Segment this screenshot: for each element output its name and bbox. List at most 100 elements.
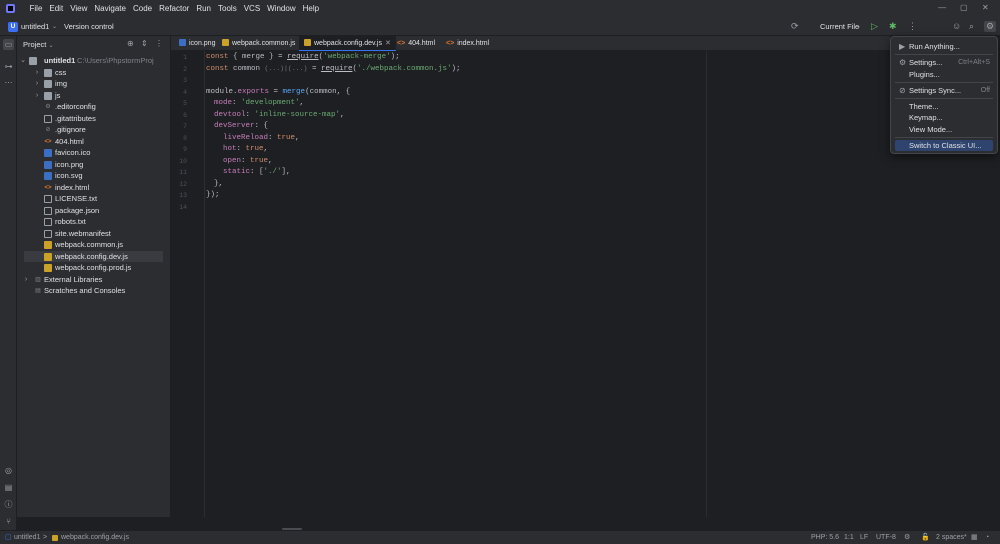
lock-icon[interactable]: 🔓 xyxy=(921,531,930,544)
tree-item-external-libraries[interactable]: › ▥ External Libraries xyxy=(17,274,171,286)
run-icon[interactable]: ▷ xyxy=(871,21,878,32)
code-line-4: module.exports = merge(common, { xyxy=(206,87,351,96)
tree-item-gitignore[interactable]: ⊘ .gitignore xyxy=(17,124,171,136)
menu-refactor[interactable]: Refactor xyxy=(156,4,193,14)
problems-icon[interactable]: ⓘ xyxy=(3,499,14,510)
tab-icon-png[interactable]: icon.png xyxy=(174,36,220,51)
tree-item-package-json[interactable]: package.json xyxy=(17,205,171,217)
tab-webpack-common[interactable]: webpack.common.js xyxy=(217,36,300,51)
line-ending[interactable]: LF xyxy=(860,531,868,544)
folder-icon[interactable]: ▭ xyxy=(3,39,14,50)
project-name[interactable]: untitled1 xyxy=(21,22,49,32)
tree-item-license[interactable]: LICENSE.txt xyxy=(17,193,171,205)
tree-item-gitattributes[interactable]: .gitattributes xyxy=(17,113,171,125)
menu-item-theme[interactable]: Theme... xyxy=(895,101,993,112)
breadcrumb-file[interactable]: webpack.config.dev.js xyxy=(61,531,129,544)
notifications-icon[interactable]: ◔ xyxy=(985,531,989,544)
html-file-icon: <> xyxy=(397,40,406,47)
image-file-icon xyxy=(179,39,186,46)
menu-code[interactable]: Code xyxy=(129,4,155,14)
tree-item-scratches[interactable]: ▤ Scratches and Consoles xyxy=(17,285,171,297)
close-tab-icon[interactable]: ✕ xyxy=(385,40,391,47)
menu-item-settings[interactable]: ⚙ Settings... Ctrl+Alt+S xyxy=(895,57,993,68)
tree-item-icon-png[interactable]: icon.png xyxy=(17,159,171,171)
tree-item-robots[interactable]: robots.txt xyxy=(17,216,171,228)
menu-item-plugins[interactable]: Plugins... xyxy=(895,69,993,80)
maximize-icon[interactable]: ▢ xyxy=(960,3,968,12)
tree-item-js[interactable]: › js xyxy=(17,90,171,102)
menu-edit[interactable]: Edit xyxy=(46,4,67,14)
more-icon[interactable]: ⋮ xyxy=(155,39,163,48)
file-icon xyxy=(44,114,52,123)
terminal-icon[interactable]: ▤ xyxy=(3,482,14,493)
breadcrumb-root[interactable]: untitled1 xyxy=(14,531,40,544)
vcs-widget[interactable]: Version control xyxy=(64,22,114,32)
run-config-select[interactable]: Current File xyxy=(820,22,859,32)
memory-indicator-icon[interactable]: ▦ xyxy=(971,531,978,544)
js-file-icon xyxy=(222,39,229,46)
tree-item-webpack-config-dev[interactable]: webpack.config.dev.js xyxy=(24,250,163,262)
structure-icon[interactable]: ⊶ xyxy=(3,61,14,72)
js-file-icon xyxy=(44,252,52,261)
main-menu: File Edit View Navigate Code Refactor Ru… xyxy=(26,4,323,14)
debug-icon[interactable]: ✱ xyxy=(889,21,897,32)
tree-item-index-html[interactable]: <> index.html xyxy=(17,182,171,194)
chevron-down-icon[interactable]: ⌄ xyxy=(52,22,57,32)
menu-tools[interactable]: Tools xyxy=(215,4,241,14)
menu-navigate[interactable]: Navigate xyxy=(91,4,130,14)
tab-404-html[interactable]: <> 404.html xyxy=(392,36,440,51)
project-badge[interactable]: U xyxy=(8,22,18,32)
menu-window[interactable]: Window xyxy=(264,4,299,14)
tree-item-editorconfig[interactable]: ⚙ .editorconfig xyxy=(17,101,171,113)
menu-file[interactable]: File xyxy=(26,4,46,14)
menu-item-run-anything[interactable]: ▶ Run Anything... xyxy=(895,41,993,52)
menu-help[interactable]: Help xyxy=(299,4,322,14)
tree-item-webmanifest[interactable]: site.webmanifest xyxy=(17,228,171,240)
gear-icon[interactable]: ⚙ xyxy=(984,21,997,32)
menu-vcs[interactable]: VCS xyxy=(240,4,263,14)
tab-webpack-config-dev[interactable]: webpack.config.dev.js ✕ xyxy=(299,36,396,51)
tree-item-webpack-config-prod[interactable]: webpack.config.prod.js xyxy=(17,262,171,274)
git-icon[interactable]: ⑂ xyxy=(3,516,14,527)
code-with-me-icon[interactable]: ☺ xyxy=(952,21,961,32)
folder-icon xyxy=(44,68,52,77)
more-actions-icon[interactable]: ⋮ xyxy=(908,21,917,32)
tree-item-css[interactable]: › css xyxy=(17,67,171,79)
tree-item-404[interactable]: <> 404.html xyxy=(17,136,171,148)
close-icon[interactable]: ✕ xyxy=(982,3,989,12)
image-file-icon xyxy=(44,149,52,157)
locate-icon[interactable]: ⊕ xyxy=(127,39,134,48)
tree-item-favicon[interactable]: favicon.ico xyxy=(17,147,171,159)
tree-item-webpack-common[interactable]: webpack.common.js xyxy=(17,239,171,251)
scratches-icon: ▤ xyxy=(35,288,41,294)
more-tools-icon[interactable]: ⋯ xyxy=(3,77,14,88)
chevron-down-icon[interactable]: ⌄ xyxy=(856,22,861,32)
menu-item-switch-classic-ui[interactable]: Switch to Classic UI... xyxy=(895,139,993,151)
services-icon[interactable]: ◎ xyxy=(3,465,14,476)
build-icon[interactable]: ⟳ xyxy=(791,21,799,32)
cursor-position[interactable]: 1:1 xyxy=(844,531,854,544)
app-logo-icon[interactable] xyxy=(6,4,15,13)
code-editor[interactable]: 1 2 3 4 5 6 7 8 9 10 11 12 13 14 const {… xyxy=(171,51,1000,517)
tree-item-icon-svg[interactable]: icon.svg xyxy=(17,170,171,182)
menu-item-view-mode[interactable]: View Mode... xyxy=(895,124,993,135)
tree-item-img[interactable]: › img xyxy=(17,78,171,90)
minimize-icon[interactable]: — xyxy=(938,3,946,12)
php-version[interactable]: PHP: 5.6 xyxy=(811,531,839,544)
search-icon[interactable]: ⌕ xyxy=(969,21,974,32)
menu-item-keymap[interactable]: Keymap... xyxy=(895,112,993,123)
panel-title[interactable]: Project ⌄ xyxy=(23,40,53,49)
json-file-icon xyxy=(44,206,52,215)
code-line-11: static: ['./'], xyxy=(223,168,291,176)
indent-setting[interactable]: 2 spaces* xyxy=(936,531,967,544)
menu-view[interactable]: View xyxy=(67,4,91,14)
collapse-icon[interactable]: ⇕ xyxy=(141,39,148,48)
encoding[interactable]: UTF-8 xyxy=(876,531,896,544)
tree-root[interactable]: ⌄ untitled1 C:\Users\PhpstormProj xyxy=(17,55,171,67)
project-icon: ▢ xyxy=(5,534,12,541)
menu-run[interactable]: Run xyxy=(193,4,215,14)
tab-index-html[interactable]: <> index.html xyxy=(441,36,494,51)
editorconfig-icon[interactable]: ⚙ xyxy=(904,531,910,544)
chevron-down-icon[interactable]: ⌄ xyxy=(110,22,115,32)
menu-item-settings-sync[interactable]: ⊘ Settings Sync... Off xyxy=(895,85,993,96)
